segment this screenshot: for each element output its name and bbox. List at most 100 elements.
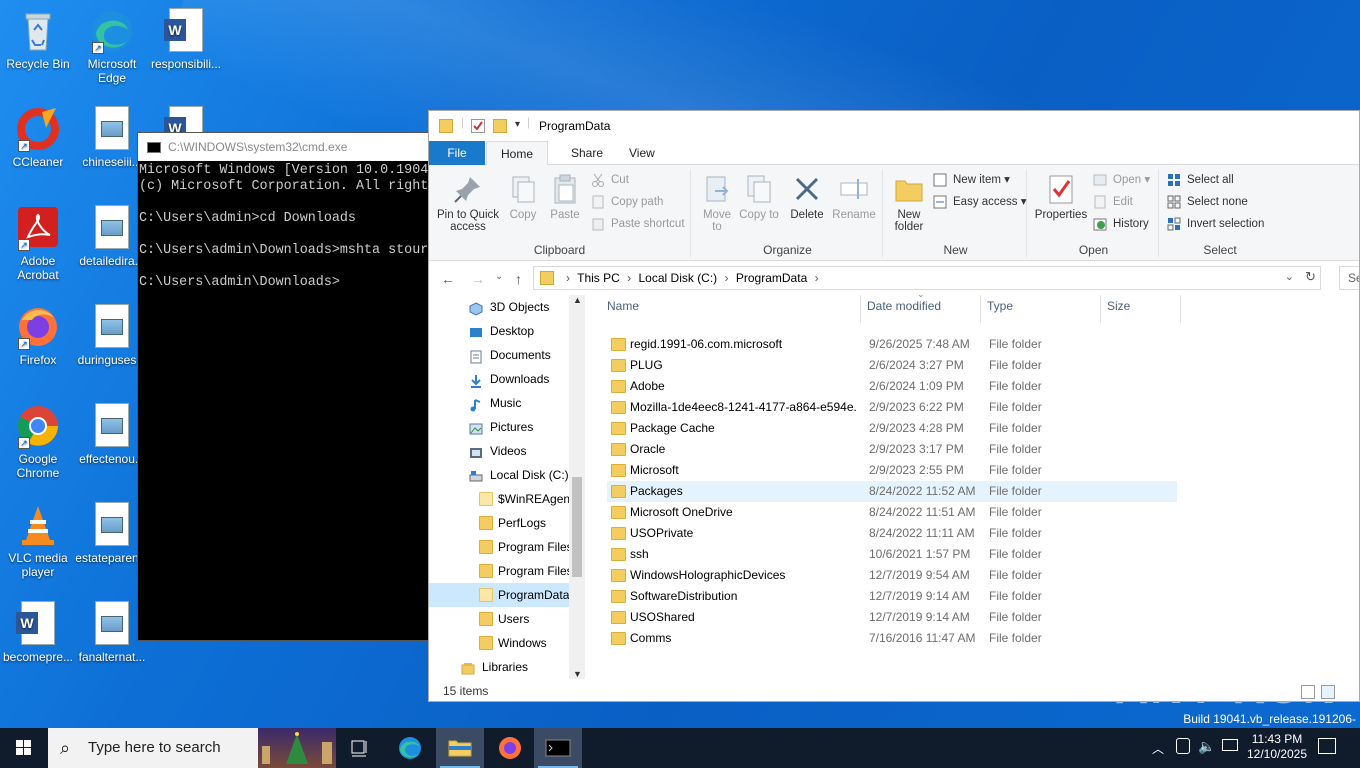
open-dropdown[interactable]: Open ▾ <box>1093 171 1150 189</box>
properties-check-icon[interactable] <box>471 119 485 133</box>
volume-icon[interactable]: 🔈 <box>1198 738 1215 755</box>
history-button[interactable]: History <box>1093 215 1149 233</box>
nav-item[interactable]: Videos <box>429 439 575 463</box>
taskbar-file-explorer[interactable] <box>436 728 484 768</box>
file-row[interactable]: Adobe 2/6/2024 1:09 PM File folder <box>607 376 1177 397</box>
file-explorer-window[interactable]: | ▾ | ProgramData File Home Share View P… <box>428 110 1360 702</box>
nav-item[interactable]: Pictures <box>429 415 575 439</box>
file-row[interactable]: regid.1991-06.com.microsoft 9/26/2025 7:4… <box>607 334 1177 355</box>
refresh-icon[interactable]: ↻ <box>1305 269 1316 285</box>
column-header-size[interactable]: Size <box>1101 295 1181 323</box>
address-dropdown-chevron-icon[interactable]: ⌄ <box>1285 270 1294 283</box>
nav-item[interactable]: Windows <box>429 631 575 655</box>
cmd-window[interactable]: C:\WINDOWS\system32\cmd.exe Microsoft Wi… <box>137 132 437 641</box>
file-row[interactable]: USOShared 12/7/2019 9:14 AM File folder <box>607 607 1177 628</box>
desktop-icon-responsibili[interactable]: W responsibili... <box>148 8 224 71</box>
desktop-icon-microsoft-edge[interactable]: ↗ Microsoft Edge <box>74 8 150 85</box>
cut-button[interactable]: Cut <box>591 171 629 189</box>
taskbar-cmd[interactable] <box>534 728 582 768</box>
nav-item[interactable]: Desktop <box>429 319 575 343</box>
forward-arrow-icon[interactable]: → <box>471 271 485 287</box>
desktop-icon-ccleaner[interactable]: ↗ CCleaner <box>0 106 76 169</box>
desktop-icon-recycle-bin[interactable]: Recycle Bin <box>0 8 76 71</box>
large-icons-view-icon[interactable] <box>1321 685 1335 699</box>
desktop-icon-vlc[interactable]: VLC media player <box>0 502 76 579</box>
nav-item[interactable]: $WinREAgent <box>429 487 575 511</box>
file-row[interactable]: Comms 7/16/2016 11:47 AM File folder <box>607 628 1177 649</box>
file-row[interactable]: Mozilla-1de4eec8-1241-4177-a864-e594e...… <box>607 397 1177 418</box>
recent-locations-chevron-icon[interactable]: ⌄ <box>495 271 503 282</box>
file-row[interactable]: USOPrivate 8/24/2022 11:11 AM File folder <box>607 523 1177 544</box>
taskbar-edge[interactable] <box>386 728 434 768</box>
easy-access-dropdown[interactable]: Easy access ▾ <box>933 193 1027 211</box>
back-arrow-icon[interactable]: ← <box>441 271 455 287</box>
address-bar[interactable]: › This PC › Local Disk (C:) › ProgramDat… <box>533 266 1321 290</box>
customize-qat-chevron-icon[interactable]: ▾ <box>515 119 520 130</box>
taskbar-clock[interactable]: 11:43 PM 12/10/2025 <box>1245 732 1309 762</box>
up-arrow-icon[interactable]: ↑ <box>515 271 522 287</box>
select-all-button[interactable]: Select all <box>1167 171 1234 189</box>
paste-button[interactable]: Paste <box>545 173 585 221</box>
desktop-icon-becomepre[interactable]: W becomepre... <box>0 601 76 664</box>
tab-file[interactable]: File <box>429 141 485 165</box>
pin-to-quick-access-button[interactable]: Pin to Quick access <box>433 173 503 233</box>
desktop-icon-google-chrome[interactable]: ↗ Google Chrome <box>0 403 76 480</box>
copy-to-button[interactable]: Copy to <box>739 173 779 221</box>
file-row[interactable]: Packages 8/24/2022 11:52 AM File folder <box>607 481 1177 502</box>
file-row[interactable]: PLUG 2/6/2024 3:27 PM File folder <box>607 355 1177 376</box>
nav-pane-scrollbar[interactable]: ▲ ▼ <box>569 295 585 679</box>
task-view-button[interactable] <box>336 728 384 768</box>
nav-item[interactable]: PerfLogs <box>429 511 575 535</box>
file-row[interactable]: ssh 10/6/2021 1:57 PM File folder <box>607 544 1177 565</box>
scroll-down-arrow-icon[interactable]: ▼ <box>573 669 582 679</box>
keyboard-icon[interactable] <box>1222 739 1238 751</box>
invert-selection-button[interactable]: Invert selection <box>1167 215 1264 233</box>
desktop-icon-adobe-acrobat[interactable]: ↗ Adobe Acrobat <box>0 205 76 282</box>
paste-shortcut-button[interactable]: Paste shortcut <box>591 215 685 233</box>
properties-button[interactable]: Properties <box>1033 173 1089 221</box>
nav-item[interactable]: Program Files <box>429 535 575 559</box>
tab-home[interactable]: Home <box>486 141 549 166</box>
file-row[interactable]: Microsoft OneDrive 8/24/2022 11:51 AM File… <box>607 502 1177 523</box>
new-item-dropdown[interactable]: New item ▾ <box>933 171 1010 189</box>
nav-item[interactable]: 3D Objects <box>429 295 575 319</box>
scrollbar-thumb[interactable] <box>572 477 582 577</box>
taskbar-firefox[interactable] <box>486 728 534 768</box>
delete-button[interactable]: Delete <box>785 173 829 221</box>
column-header-name[interactable]: Name <box>601 295 861 323</box>
nav-item-selected[interactable]: ProgramData <box>429 583 575 607</box>
tab-view[interactable]: View <box>615 141 669 165</box>
show-hidden-icons-chevron-icon[interactable]: ︿ <box>1152 740 1164 757</box>
details-view-icon[interactable] <box>1301 685 1315 699</box>
tab-share[interactable]: Share <box>557 141 617 165</box>
search-highlight-image[interactable] <box>258 728 336 768</box>
file-row[interactable]: Package Cache 2/9/2023 4:28 PM File folder <box>607 418 1177 439</box>
edit-button[interactable]: Edit <box>1093 193 1133 211</box>
search-input[interactable]: Se <box>1339 266 1359 290</box>
notifications-icon[interactable] <box>1318 738 1336 754</box>
nav-item[interactable]: Libraries <box>429 655 575 675</box>
copy-button[interactable]: Copy <box>503 173 543 221</box>
column-header-type[interactable]: Type <box>981 295 1101 323</box>
taskbar-search-box[interactable]: ⌕ Type here to search <box>48 728 336 768</box>
start-button[interactable] <box>0 728 48 768</box>
nav-item[interactable]: Music <box>429 391 575 415</box>
new-folder-button[interactable]: New folder <box>889 173 929 233</box>
nav-item[interactable]: Program Files <box>429 559 575 583</box>
copy-path-button[interactable]: Copy path <box>591 193 663 211</box>
select-none-button[interactable]: Select none <box>1167 193 1248 211</box>
breadcrumb-item[interactable]: This PC <box>577 271 620 285</box>
rename-button[interactable]: Rename <box>831 173 877 221</box>
desktop-icon-firefox[interactable]: ↗ Firefox <box>0 304 76 367</box>
breadcrumb-item[interactable]: Local Disk (C:) <box>639 271 718 285</box>
nav-item[interactable]: Local Disk (C:) <box>429 463 575 487</box>
cmd-titlebar[interactable]: C:\WINDOWS\system32\cmd.exe <box>138 133 436 161</box>
breadcrumb-item[interactable]: ProgramData <box>736 271 807 285</box>
nav-item[interactable]: Users <box>429 607 575 631</box>
file-row[interactable]: SoftwareDistribution 12/7/2019 9:14 AM Fil… <box>607 586 1177 607</box>
nav-item[interactable]: Documents <box>429 343 575 367</box>
cmd-console-output[interactable]: Microsoft Windows [Version 10.0.1904 (c)… <box>138 161 436 291</box>
move-to-button[interactable]: Move to <box>697 173 737 233</box>
new-folder-quick-icon[interactable] <box>493 119 507 133</box>
file-row[interactable]: Microsoft 2/9/2023 2:55 PM File folder <box>607 460 1177 481</box>
